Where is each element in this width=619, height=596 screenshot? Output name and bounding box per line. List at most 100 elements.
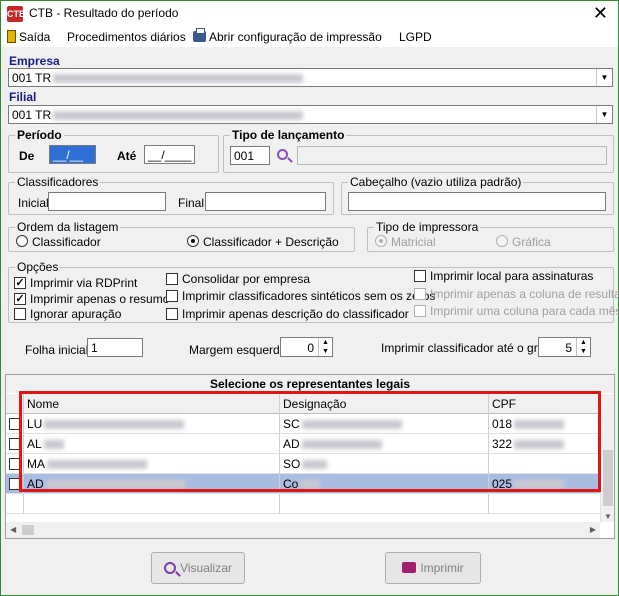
grau-value: 5: [565, 341, 572, 355]
classificador-final-input[interactable]: [205, 192, 326, 211]
imprimir-button-label: Imprimir: [420, 561, 464, 575]
scroll-left-icon[interactable]: ◀: [10, 525, 16, 534]
empresa-select-value: 001 TR: [12, 71, 52, 85]
table-row[interactable]: AL AD 322: [6, 434, 602, 454]
imprimir-resumo-label: Imprimir apenas o resumo: [30, 292, 170, 306]
grid-header-cpf[interactable]: CPF: [489, 394, 602, 414]
periodo-de-label: De: [19, 149, 35, 163]
consolidar-empresa-checkbox[interactable]: [166, 273, 178, 285]
row-nome-text: AL: [27, 437, 42, 451]
grid-header-check: [6, 394, 24, 414]
menu-item-lgpd[interactable]: LGPD: [399, 30, 432, 44]
scrollbar-thumb[interactable]: [603, 450, 613, 506]
coluna-cada-mes-checkbox[interactable]: [414, 305, 426, 317]
row-checkbox[interactable]: [9, 458, 21, 470]
row-cpf: [489, 454, 602, 474]
row-cpf-text: 018: [492, 417, 513, 431]
visualizar-button[interactable]: Visualizar: [151, 552, 245, 584]
menu-item-procedimentos[interactable]: Procedimentos diários: [67, 30, 186, 44]
imprimir-rdprint-label: Imprimir via RDPrint: [30, 276, 138, 290]
ordem-classificador-descricao-radio[interactable]: [187, 235, 199, 247]
grid-header-nome[interactable]: Nome: [24, 394, 280, 414]
row-designacao: AD: [280, 434, 489, 454]
ordem-classificador-descricao-label: Classificador + Descrição: [203, 235, 339, 249]
opcoes-title: Opções: [15, 260, 61, 274]
filial-select[interactable]: 001 TR ▼: [8, 105, 613, 124]
imprimir-resumo-checkbox[interactable]: ✓: [14, 293, 26, 305]
row-designacao: Co: [280, 474, 489, 494]
empresa-label: Empresa: [9, 54, 60, 68]
folha-inicial-input[interactable]: 1: [87, 338, 143, 357]
row-nome-text: LU: [27, 417, 43, 431]
menu-item-abrir-config-label: Abrir configuração de impressão: [209, 30, 382, 44]
row-nome: AD: [24, 474, 280, 494]
chevron-down-icon[interactable]: ▼: [596, 106, 612, 123]
table-row-selected[interactable]: AD Co 025: [6, 474, 602, 494]
row-nome: MA: [24, 454, 280, 474]
table-row[interactable]: LU SC 018: [6, 414, 602, 434]
periodo-ate-input[interactable]: __/____: [144, 145, 195, 164]
impressora-grafica-radio[interactable]: [496, 235, 508, 247]
app-icon: CTB: [7, 6, 26, 22]
scroll-down-icon[interactable]: ▼: [604, 512, 612, 521]
imprimir-button[interactable]: Imprimir: [385, 552, 481, 584]
imprimir-rdprint-checkbox[interactable]: ✓: [14, 277, 26, 289]
menu-bar: Saída Procedimentos diários Abrir config…: [1, 27, 618, 47]
ignorar-apuracao-checkbox[interactable]: [14, 308, 26, 320]
horizontal-scrollbar[interactable]: ◀ ▶: [6, 522, 600, 538]
row-designacao-text: Co: [283, 477, 299, 491]
representantes-grid[interactable]: Selecione os representantes legais Nome …: [5, 374, 615, 539]
apenas-coluna-resultado-label: Imprimir apenas a coluna de resultado: [430, 287, 619, 301]
sinteticos-sem-zeros-label: Imprimir classificadores sintéticos sem …: [182, 289, 436, 303]
chevron-down-icon[interactable]: ▼: [596, 69, 612, 86]
tipo-lancamento-title: Tipo de lançamento: [230, 128, 347, 142]
apenas-descricao-label: Imprimir apenas descrição do classificad…: [182, 307, 409, 321]
ordem-classificador-radio[interactable]: [16, 235, 28, 247]
row-checkbox[interactable]: [9, 438, 21, 450]
row-checkbox[interactable]: [9, 478, 21, 490]
printer-icon: [193, 28, 206, 42]
cabecalho-input[interactable]: [348, 192, 606, 211]
empresa-select[interactable]: 001 TR ▼: [8, 68, 613, 87]
periodo-de-input[interactable]: __/__: [49, 145, 96, 164]
table-row[interactable]: MA SO: [6, 454, 602, 474]
printer-icon: [402, 562, 417, 573]
tipo-impressora-title: Tipo de impressora: [374, 220, 481, 234]
row-cpf: 018: [489, 414, 602, 434]
representantes-caption: Selecione os representantes legais: [6, 375, 614, 393]
grid-header-designacao[interactable]: Designação: [280, 394, 489, 414]
search-icon[interactable]: [277, 149, 288, 160]
margem-esquerda-label: Margem esquerda: [189, 343, 287, 357]
spinner-arrows-icon[interactable]: ▲ ▼: [576, 338, 590, 356]
apenas-descricao-checkbox[interactable]: [166, 308, 178, 320]
impressora-matricial-label: Matricial: [391, 235, 436, 249]
app-window: CTB CTB - Resultado do período ✕ Saída P…: [0, 0, 619, 596]
filial-label: Filial: [9, 90, 37, 104]
door-exit-icon: [7, 30, 16, 43]
grau-spinner[interactable]: 5 ▲ ▼: [538, 337, 591, 357]
row-checkbox[interactable]: [9, 418, 21, 430]
sinteticos-sem-zeros-checkbox[interactable]: [166, 290, 178, 302]
menu-item-saida[interactable]: Saída: [7, 30, 50, 44]
classificador-inicial-input[interactable]: [48, 192, 166, 211]
local-assinaturas-checkbox[interactable]: [414, 270, 426, 282]
cabecalho-title: Cabeçalho (vazio utiliza padrão): [348, 175, 524, 189]
vertical-scrollbar[interactable]: ▼: [600, 394, 614, 522]
row-designacao-text: SO: [283, 457, 301, 471]
consolidar-empresa-label: Consolidar por empresa: [182, 272, 311, 286]
spinner-arrows-icon[interactable]: ▲ ▼: [318, 338, 332, 356]
scrollbar-thumb[interactable]: [22, 525, 34, 535]
apenas-coluna-resultado-checkbox[interactable]: [414, 288, 426, 300]
row-designacao-text: AD: [283, 437, 300, 451]
margem-esquerda-spinner[interactable]: 0 ▲ ▼: [280, 337, 333, 357]
row-nome-text: AD: [27, 477, 44, 491]
tipo-lancamento-code-input[interactable]: 001: [230, 146, 270, 165]
impressora-matricial-radio[interactable]: [375, 235, 387, 247]
menu-item-abrir-config-impressao[interactable]: Abrir configuração de impressão: [193, 28, 382, 44]
row-cpf: 322: [489, 434, 602, 454]
close-icon[interactable]: ✕: [593, 3, 608, 23]
periodo-ate-label: Até: [117, 149, 137, 163]
scroll-right-icon[interactable]: ▶: [590, 525, 596, 534]
ordem-listagem-title: Ordem da listagem: [15, 220, 121, 234]
visualizar-button-label: Visualizar: [180, 561, 232, 575]
